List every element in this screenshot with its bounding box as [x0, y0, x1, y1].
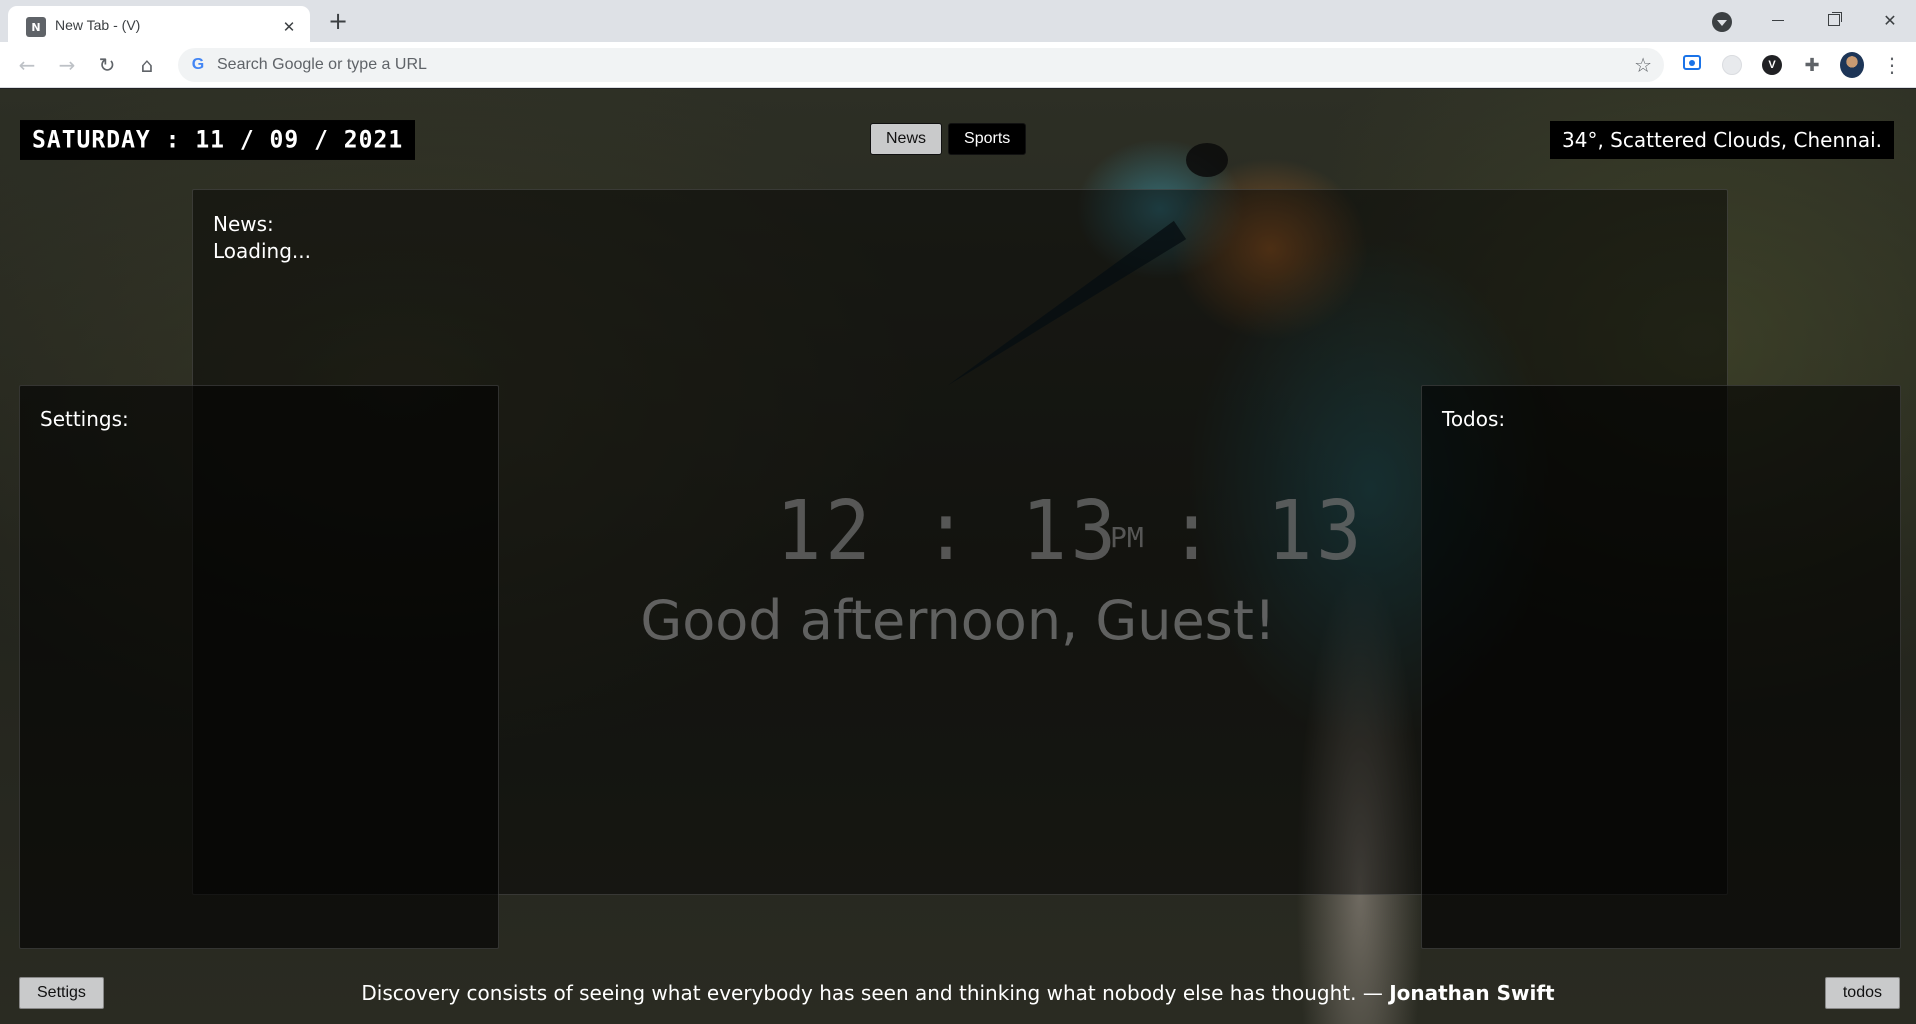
extension-circle-icon: [1722, 55, 1742, 75]
clock-time: 12 : 13 : 13: [776, 484, 1366, 579]
browser-toolbar: ← → ↻ ⌂ G Search Google or type a URL ☆ …: [0, 42, 1916, 88]
tab-sports[interactable]: Sports: [948, 123, 1027, 155]
new-tab-page: SATURDAY : 11 / 09 / 2021 News Sports 34…: [0, 89, 1916, 1024]
tab-search-icon[interactable]: [1712, 12, 1732, 32]
quote: Discovery consists of seeing what everyb…: [0, 981, 1916, 1005]
weather-display: 34°, Scattered Clouds, Chennai.: [1550, 121, 1894, 159]
new-tab-button[interactable]: +: [326, 9, 350, 35]
restore-button[interactable]: [1806, 0, 1862, 40]
tab-title: New Tab - (V): [55, 17, 141, 33]
feed-tabs: News Sports: [870, 123, 1027, 155]
tab-strip: N New Tab - (V) ✕ + ✕: [0, 0, 1916, 42]
browser-tab[interactable]: N New Tab - (V) ✕: [8, 6, 310, 42]
google-icon: G: [191, 56, 205, 73]
minimize-button[interactable]: [1750, 0, 1806, 40]
back-arrow-icon[interactable]: ←: [13, 51, 41, 79]
v-extension-icon: V: [1762, 55, 1782, 75]
todos-title: Todos:: [1442, 407, 1506, 431]
avatar: [1840, 52, 1864, 78]
extensions-puzzle-icon[interactable]: ✚: [1800, 53, 1824, 77]
close-window-button[interactable]: ✕: [1862, 0, 1916, 40]
news-title: News:: [213, 212, 274, 236]
tab-favicon-icon: N: [26, 17, 46, 37]
address-input[interactable]: Search Google or type a URL: [217, 56, 427, 74]
address-bar[interactable]: G Search Google or type a URL ☆: [178, 48, 1664, 82]
extension-circle-icon-wrap[interactable]: [1720, 53, 1744, 77]
more-menu-icon[interactable]: ⋮: [1880, 53, 1904, 77]
background-bird-eye: [1186, 143, 1228, 177]
vimeo-extension-icon-wrap[interactable]: V: [1760, 53, 1784, 77]
home-icon[interactable]: ⌂: [133, 51, 161, 79]
forward-arrow-icon[interactable]: →: [53, 51, 81, 79]
quote-text: Discovery consists of seeing what everyb…: [361, 981, 1390, 1005]
reload-icon[interactable]: ↻: [93, 51, 121, 79]
todos-panel: Todos:: [1421, 385, 1901, 949]
news-status: Loading...: [213, 239, 311, 263]
date-display: SATURDAY : 11 / 09 / 2021: [20, 120, 416, 160]
screen-capture-extension-icon[interactable]: [1683, 55, 1701, 70]
settings-panel: Settings:: [19, 385, 499, 949]
profile-avatar-wrap[interactable]: [1840, 52, 1864, 78]
todos-toggle-button[interactable]: todos: [1824, 977, 1900, 1009]
settings-title: Settings:: [40, 407, 129, 431]
clock-meridiem: PM: [1110, 521, 1144, 554]
tab-news[interactable]: News: [870, 123, 943, 155]
quote-author: Jonathan Swift: [1389, 981, 1555, 1005]
bookmark-star-icon[interactable]: ☆: [1634, 53, 1652, 77]
close-tab-icon[interactable]: ✕: [278, 16, 300, 38]
